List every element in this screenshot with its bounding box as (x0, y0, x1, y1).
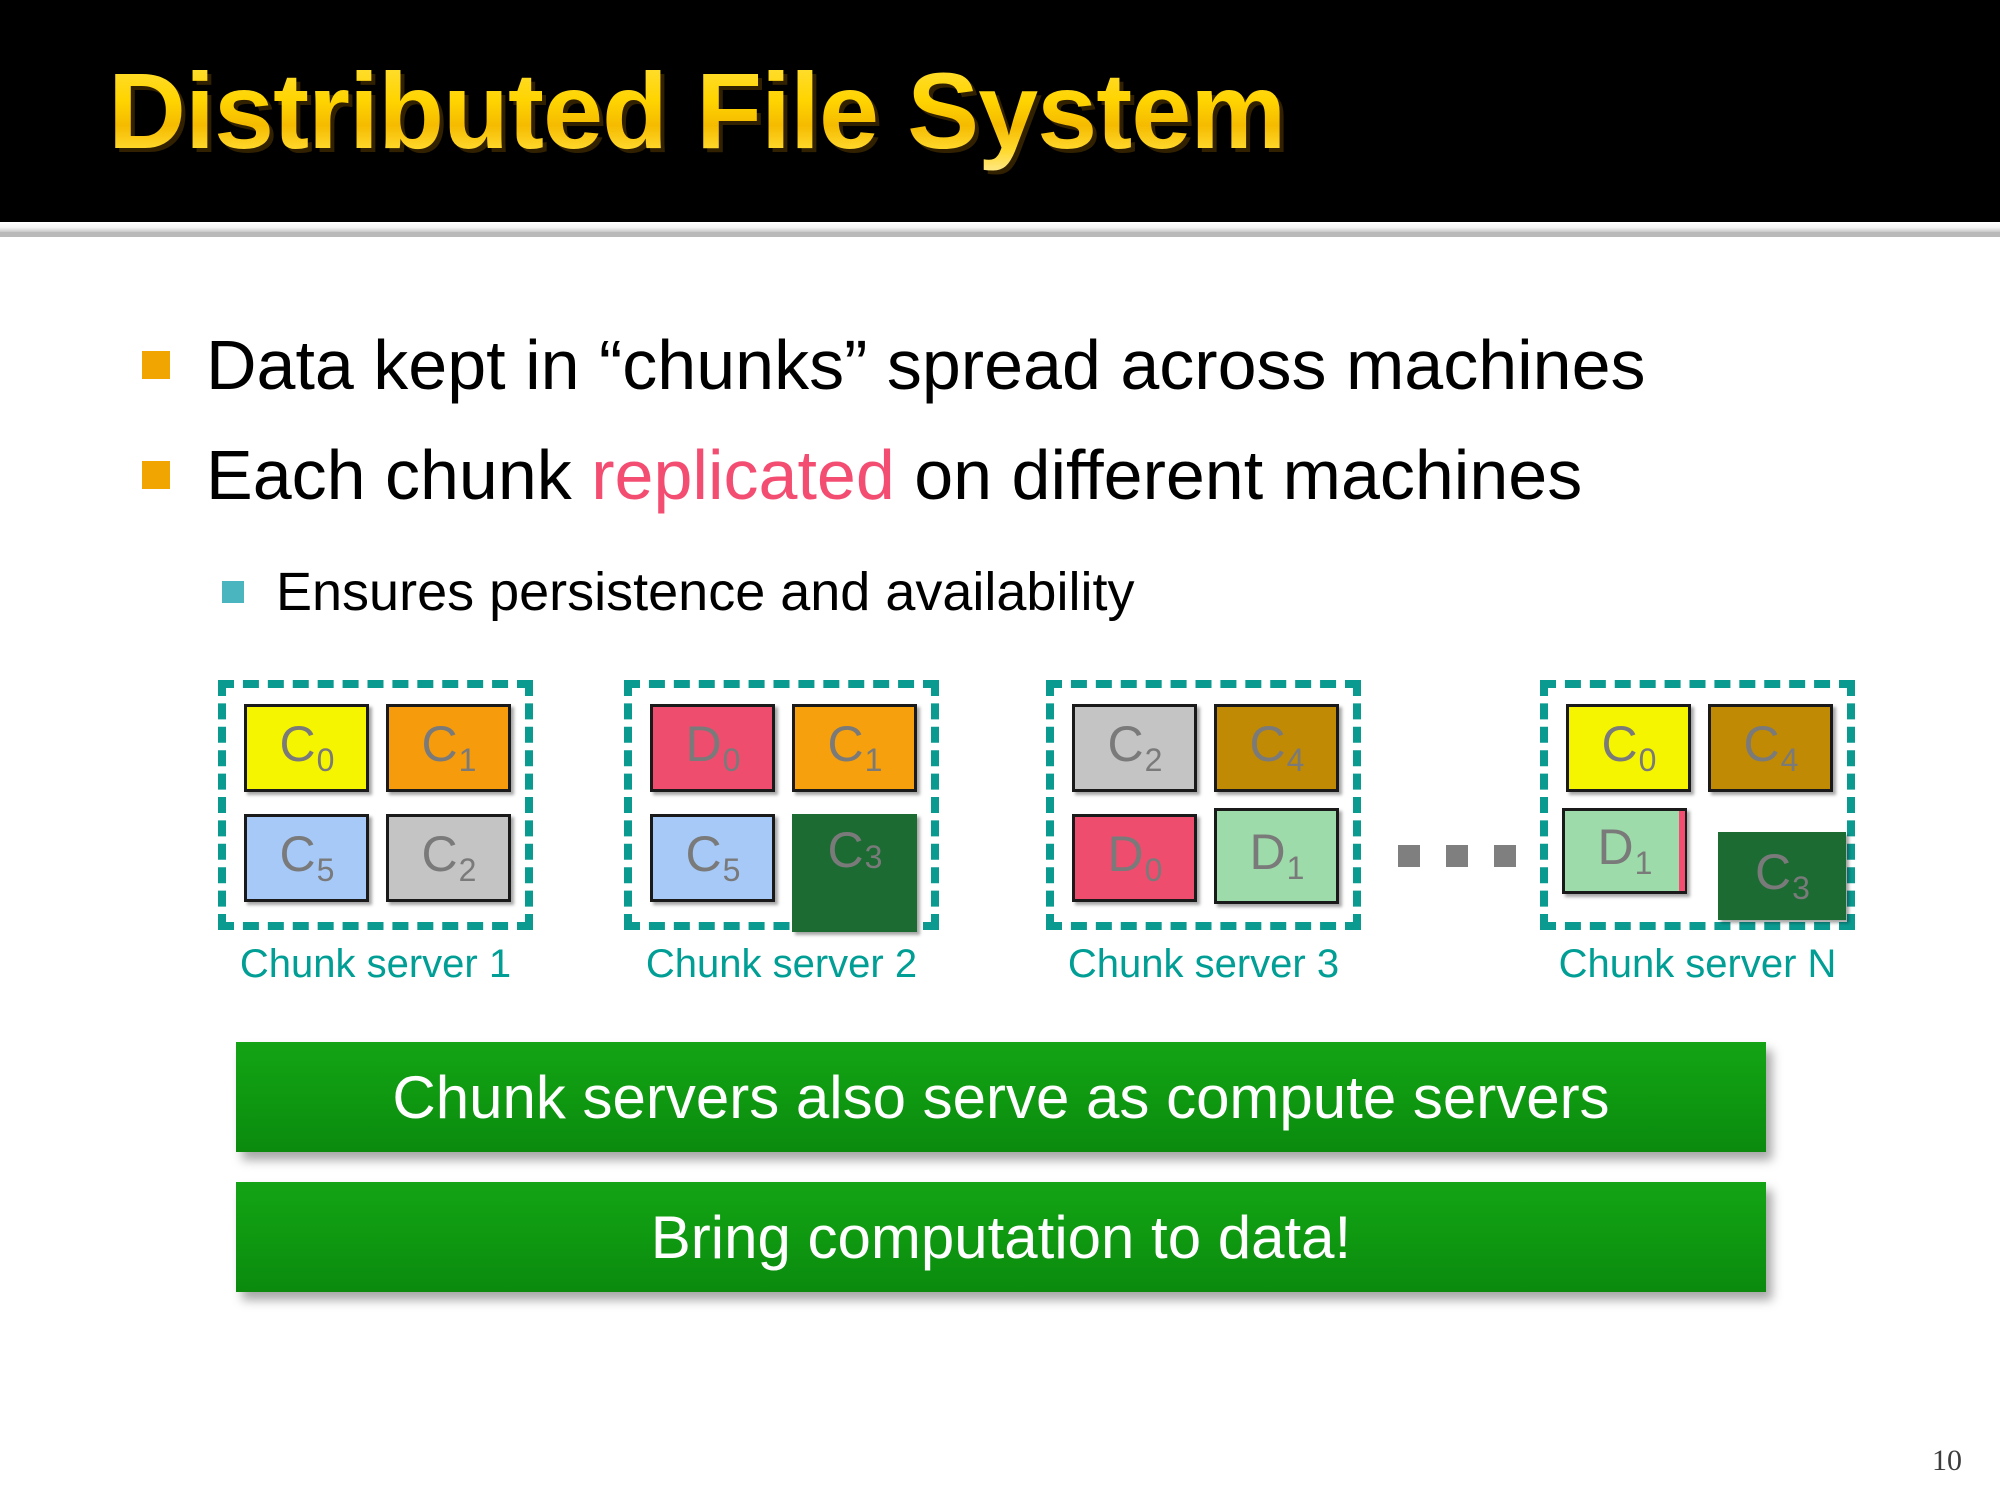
chunk-block: D0 (650, 704, 775, 792)
chunk-index: 0 (316, 742, 335, 778)
chunk-letter: C (827, 716, 864, 772)
chunk-letter: D (1249, 824, 1286, 880)
chunk-block: C2 (1072, 704, 1197, 792)
ellipsis-dot (1446, 845, 1468, 867)
page-number: 10 (1932, 1444, 1962, 1477)
chunk-block: C3 (792, 814, 917, 932)
chunk-letter: C (1755, 844, 1792, 900)
bullet-2-prefix: Each chunk (206, 436, 592, 514)
ellipsis-dots-icon (1398, 845, 1516, 867)
chunk-block: C1 (386, 704, 511, 792)
chunk-server-group-1: C0 C1 C5 C2 Chunk server 1 (218, 680, 533, 986)
chunk-server-group-2: D0 C1 C5 C3 Chunk server 2 (624, 680, 939, 986)
chunk-grid: C0 C4 D1 C3 (1562, 704, 1846, 920)
chunk-index: 1 (458, 742, 477, 778)
chunk-index: 0 (1144, 852, 1163, 888)
chunk-index: 2 (1144, 742, 1163, 778)
chunk-block: C4 (1708, 704, 1833, 792)
chunk-letter: D (1107, 826, 1144, 882)
chunk-letter: C (685, 826, 722, 882)
chunk-block: D1 (1214, 808, 1339, 904)
bullet-2-accent: replicated (591, 436, 895, 514)
chunk-grid: C2 C4 D0 D1 (1072, 704, 1340, 909)
chunk-letter: C (421, 716, 458, 772)
chunk-index: 3 (1792, 870, 1810, 906)
chunk-server-label: Chunk server 1 (239, 942, 512, 986)
chunk-index: 0 (1638, 742, 1657, 778)
chunk-index: 2 (458, 852, 477, 888)
chunk-server-label: Chunk server 3 (1067, 942, 1340, 986)
bullet-square-icon (142, 461, 170, 489)
bullet-item-3: Ensures persistence and availability (222, 565, 1134, 619)
bullet-item-1: Data kept in “chunks” spread across mach… (142, 330, 1646, 400)
bullet-label-3: Ensures persistence and availability (276, 562, 1135, 622)
chunk-block: C0 (244, 704, 369, 792)
chunk-letter: D (685, 716, 722, 772)
chunk-block: C5 (650, 814, 775, 902)
chunk-letter: C (1249, 716, 1286, 772)
chunk-letter: C (1743, 716, 1780, 772)
chunk-server-label: Chunk server N (1558, 942, 1837, 986)
chunk-index: 5 (316, 852, 335, 888)
chunk-letter: D (1597, 819, 1634, 875)
chunk-server-group-3: C2 C4 D0 D1 Chunk server 3 (1046, 680, 1361, 986)
callout-banner-1: Chunk servers also serve as compute serv… (236, 1042, 1766, 1152)
chunk-block: D1 (1562, 808, 1687, 894)
chunk-letter: C (827, 822, 864, 878)
page-title: Distributed File System (108, 50, 1286, 171)
sub-bullet-square-icon (222, 581, 244, 603)
chunk-letter: C (421, 826, 458, 882)
chunk-block: C2 (386, 814, 511, 902)
chunk-index: 4 (1286, 742, 1305, 778)
chunk-letter: C (1601, 716, 1638, 772)
chunk-index: 0 (722, 742, 741, 778)
chunk-block: C3 (1718, 832, 1846, 920)
ellipsis-dot (1398, 845, 1420, 867)
chunk-block: C1 (792, 704, 917, 792)
bullet-item-2: Each chunk replicated on different machi… (142, 440, 1582, 510)
callout-banner-2: Bring computation to data! (236, 1182, 1766, 1292)
chunk-grid: D0 C1 C5 C3 (650, 704, 918, 932)
chunk-block: C4 (1214, 704, 1339, 792)
chunk-index: 4 (1780, 742, 1799, 778)
chunk-block: C5 (244, 814, 369, 902)
chunk-index: 1 (1286, 850, 1305, 886)
chunk-edge-accent (1679, 811, 1685, 891)
chunk-server-group-n: C0 C4 D1 C3 Chunk server N (1540, 680, 1855, 986)
chunk-grid: C0 C1 C5 C2 (244, 704, 512, 909)
chunk-server-label: Chunk server 2 (645, 942, 918, 986)
chunk-index: 5 (722, 852, 741, 888)
ellipsis-dot (1494, 845, 1516, 867)
chunk-block: C0 (1566, 704, 1691, 792)
chunk-index: 1 (864, 742, 883, 778)
chunk-index: 3 (864, 839, 883, 875)
chunk-block: D0 (1072, 814, 1197, 902)
chunk-letter: C (279, 716, 316, 772)
chunk-letter: C (279, 826, 316, 882)
bullet-label-2: Each chunk replicated on different machi… (206, 440, 1582, 510)
title-divider-inner (0, 232, 2000, 237)
bullet-2-suffix: on different machines (894, 436, 1583, 514)
chunk-index: 1 (1634, 845, 1653, 881)
bullet-square-icon (142, 351, 170, 379)
bullet-label-1: Data kept in “chunks” spread across mach… (206, 326, 1646, 404)
slide-title-bar: Distributed File System (0, 0, 2000, 222)
chunk-letter: C (1107, 716, 1144, 772)
